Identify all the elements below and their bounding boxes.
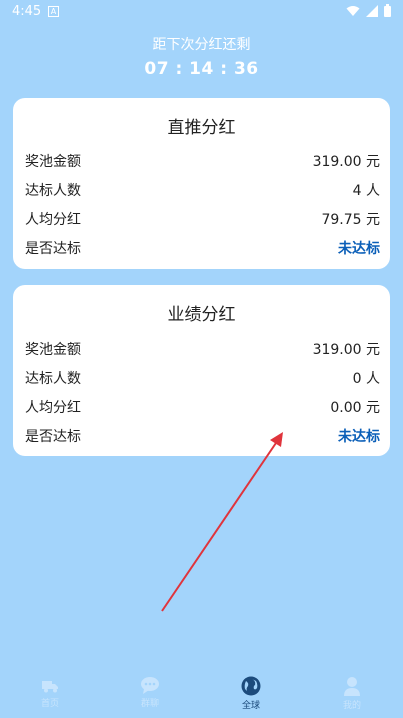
signal-icon	[366, 4, 378, 17]
system-icons	[346, 4, 391, 17]
direct-bonus-card: 直推分红 奖池金额 319.00 元 达标人数 4 人 人均分红 79.75 元…	[13, 98, 390, 269]
per-capita-bonus-row: 人均分红 0.00 元	[25, 397, 380, 417]
row-value: 79.75 元	[321, 212, 380, 228]
row-label: 人均分红	[25, 212, 81, 228]
row-value: 319.00 元	[312, 154, 380, 170]
tab-group-chat[interactable]: 群聊	[120, 676, 180, 709]
row-label: 奖池金额	[25, 154, 81, 170]
notification-a-icon: A	[48, 6, 59, 17]
tab-home[interactable]: 首页	[20, 676, 80, 709]
row-label: 达标人数	[25, 183, 81, 199]
row-value: 319.00 元	[312, 342, 380, 358]
card-title: 直推分红	[167, 118, 236, 138]
row-value: 4 人	[352, 183, 380, 199]
status-time: 4:45	[12, 4, 42, 19]
tab-global[interactable]: 全球	[221, 676, 281, 711]
prize-pool-row: 奖池金额 319.00 元	[25, 339, 380, 359]
tab-label: 群聊	[140, 699, 159, 709]
bottom-tab-bar: 首页 群聊 全球 我的	[0, 672, 403, 718]
qualification-status-row: 是否达标 未达标	[25, 426, 380, 446]
qualified-count-row: 达标人数 0 人	[25, 368, 380, 388]
tab-label: 全球	[241, 701, 260, 711]
countdown-timer: 07 : 14 : 36	[144, 59, 259, 79]
status-value: 未达标	[338, 241, 380, 257]
status-value: 未达标	[338, 429, 380, 445]
row-value: 0 人	[352, 371, 380, 387]
tab-label: 我的	[342, 701, 361, 711]
qualified-count-row: 达标人数 4 人	[25, 180, 380, 200]
row-value: 0.00 元	[330, 400, 380, 416]
row-label: 达标人数	[25, 371, 81, 387]
battery-icon	[384, 4, 391, 17]
globe-icon	[241, 676, 261, 696]
row-label: 人均分红	[25, 400, 81, 416]
wifi-icon	[346, 5, 360, 16]
tab-label: 首页	[40, 699, 59, 709]
countdown-label: 距下次分红还剩	[152, 37, 251, 53]
prize-pool-row: 奖池金额 319.00 元	[25, 151, 380, 171]
row-label: 奖池金额	[25, 342, 81, 358]
performance-bonus-card: 业绩分红 奖池金额 319.00 元 达标人数 0 人 人均分红 0.00 元 …	[13, 285, 390, 456]
status-bar: 4:45 A	[0, 0, 403, 24]
per-capita-bonus-row: 人均分红 79.75 元	[25, 209, 380, 229]
truck-icon	[42, 681, 58, 693]
qualification-status-row: 是否达标 未达标	[25, 238, 380, 258]
person-icon	[344, 677, 360, 696]
chat-icon	[141, 677, 159, 694]
row-label: 是否达标	[25, 429, 81, 445]
tab-mine[interactable]: 我的	[322, 676, 382, 711]
card-title: 业绩分红	[167, 305, 236, 325]
row-label: 是否达标	[25, 241, 81, 257]
